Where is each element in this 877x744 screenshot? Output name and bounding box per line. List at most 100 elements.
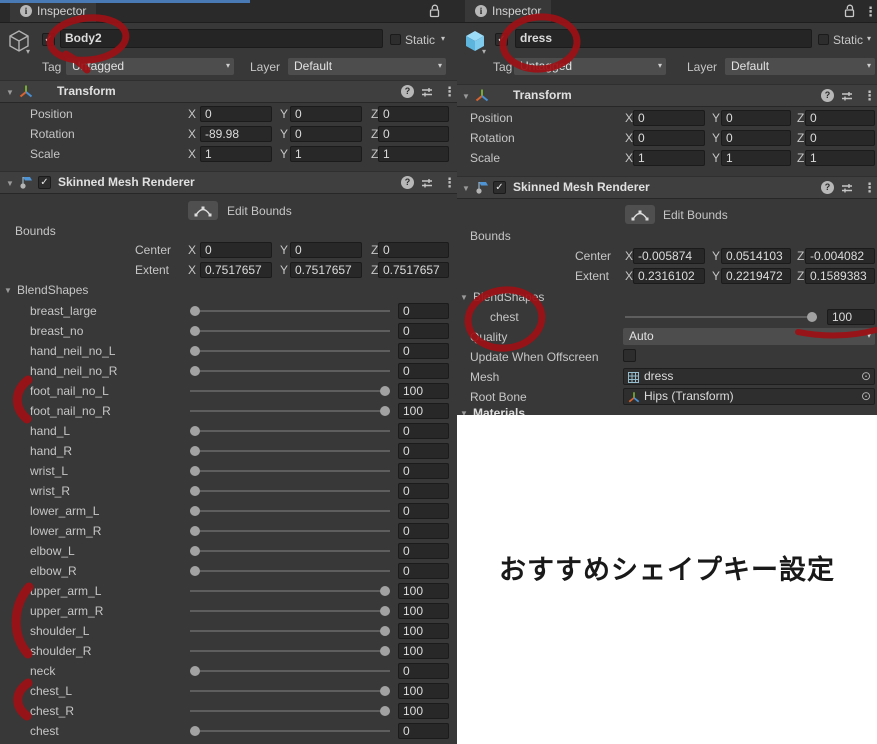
blendshapes-foldout-label[interactable]: BlendShapes: [473, 290, 544, 304]
static-checkbox[interactable]: [818, 34, 829, 45]
z-field[interactable]: 0: [805, 110, 875, 126]
y-field[interactable]: 1: [290, 146, 362, 162]
y-field[interactable]: 0: [721, 130, 791, 146]
slider-handle[interactable]: [190, 326, 200, 336]
z-field[interactable]: -0.004082: [805, 248, 875, 264]
mesh-object-field[interactable]: dress ⊙: [623, 368, 875, 385]
slider-handle[interactable]: [190, 546, 200, 556]
slider-handle[interactable]: [190, 726, 200, 736]
blendshape-value-field[interactable]: 0: [398, 343, 449, 359]
blendshape-slider[interactable]: [190, 361, 390, 381]
layer-dropdown[interactable]: Default ▾: [288, 58, 446, 75]
x-field[interactable]: 0.2316102: [633, 268, 705, 284]
menu-dots-icon[interactable]: ⋮: [443, 84, 456, 99]
blendshape-slider[interactable]: [190, 341, 390, 361]
z-field[interactable]: 0.1589383: [805, 268, 875, 284]
edit-bounds-button[interactable]: [625, 205, 655, 224]
name-field[interactable]: Body2: [60, 29, 383, 48]
layer-dropdown[interactable]: Default ▾: [725, 58, 875, 75]
blendshape-value-field[interactable]: 0: [398, 663, 449, 679]
z-field[interactable]: 0: [378, 106, 449, 122]
slider-handle[interactable]: [190, 426, 200, 436]
slider-handle[interactable]: [190, 526, 200, 536]
blendshape-value-field[interactable]: 0: [398, 523, 449, 539]
menu-dots-icon[interactable]: ⋮: [863, 88, 876, 103]
z-field[interactable]: 0: [805, 130, 875, 146]
smr-header[interactable]: ▼ ✓ Skinned Mesh Renderer ? ⋮: [0, 171, 457, 194]
blendshape-value-field[interactable]: 100: [398, 583, 449, 599]
slider-handle[interactable]: [380, 386, 390, 396]
transform-header[interactable]: ▼ Transform ? ⋮: [0, 80, 457, 103]
slider-handle[interactable]: [190, 506, 200, 516]
quality-dropdown[interactable]: Auto ▾: [623, 328, 875, 345]
x-field[interactable]: 1: [200, 146, 272, 162]
blendshape-slider[interactable]: [190, 381, 390, 401]
name-field[interactable]: dress: [515, 29, 812, 48]
blendshape-slider[interactable]: [190, 681, 390, 701]
blendshape-value-field[interactable]: 100: [398, 703, 449, 719]
x-field[interactable]: 0.7517657: [200, 262, 272, 278]
static-dropdown-arrow[interactable]: ▾: [441, 34, 445, 43]
lock-icon[interactable]: [428, 4, 441, 18]
y-field[interactable]: 0: [290, 242, 362, 258]
blendshape-slider[interactable]: [190, 701, 390, 721]
foldout-icon[interactable]: ▼: [462, 184, 470, 193]
slider-handle[interactable]: [190, 306, 200, 316]
blendshape-value-field[interactable]: 0: [398, 423, 449, 439]
y-field[interactable]: 1: [721, 150, 791, 166]
blendshape-slider[interactable]: [190, 521, 390, 541]
y-field[interactable]: 0: [721, 110, 791, 126]
slider-handle[interactable]: [380, 406, 390, 416]
object-picker-icon[interactable]: ⊙: [861, 389, 871, 404]
blendshape-value-field[interactable]: 0: [398, 503, 449, 519]
slider-handle[interactable]: [190, 666, 200, 676]
x-field[interactable]: -0.005874: [633, 248, 705, 264]
y-field[interactable]: 0: [290, 106, 362, 122]
preset-icon[interactable]: [841, 182, 853, 194]
z-field[interactable]: 1: [378, 146, 449, 162]
blendshape-slider[interactable]: [190, 621, 390, 641]
menu-dots-icon[interactable]: ⋮: [864, 4, 877, 19]
blendshape-value-field[interactable]: 100: [398, 383, 449, 399]
blendshape-value-field[interactable]: 100: [398, 603, 449, 619]
slider-handle[interactable]: [190, 366, 200, 376]
help-icon[interactable]: ?: [821, 181, 834, 194]
component-enabled-checkbox[interactable]: ✓: [493, 181, 506, 194]
slider-handle[interactable]: [190, 446, 200, 456]
blendshape-slider[interactable]: [625, 307, 817, 327]
preset-icon[interactable]: [841, 90, 853, 102]
blendshape-slider[interactable]: [190, 441, 390, 461]
x-field[interactable]: 0: [200, 106, 272, 122]
blendshape-slider[interactable]: [190, 561, 390, 581]
y-field[interactable]: 0.2219472: [721, 268, 791, 284]
x-field[interactable]: 1: [633, 150, 705, 166]
blendshape-value-field[interactable]: 0: [398, 463, 449, 479]
foldout-icon[interactable]: ▼: [6, 88, 14, 97]
tag-dropdown[interactable]: Untagged ▾: [514, 58, 666, 75]
blendshape-value-field[interactable]: 100: [398, 683, 449, 699]
slider-handle[interactable]: [380, 646, 390, 656]
tab-inspector[interactable]: i Inspector: [10, 0, 97, 22]
edit-bounds-button[interactable]: [188, 201, 218, 220]
blendshape-slider[interactable]: [190, 401, 390, 421]
z-field[interactable]: 0: [378, 242, 449, 258]
blendshape-slider[interactable]: [190, 461, 390, 481]
blendshape-value-field[interactable]: 100: [398, 643, 449, 659]
z-field[interactable]: 0: [378, 126, 449, 142]
blendshape-slider[interactable]: [190, 301, 390, 321]
x-field[interactable]: 0: [200, 242, 272, 258]
slider-handle[interactable]: [380, 586, 390, 596]
preset-icon[interactable]: [421, 177, 433, 189]
blendshape-value-field[interactable]: 0: [398, 303, 449, 319]
slider-handle[interactable]: [190, 466, 200, 476]
slider-handle[interactable]: [190, 566, 200, 576]
menu-dots-icon[interactable]: ⋮: [863, 180, 876, 195]
blendshape-slider[interactable]: [190, 721, 390, 741]
blendshape-slider[interactable]: [190, 661, 390, 681]
blendshape-value-field[interactable]: 0: [398, 723, 449, 739]
blendshape-value-field[interactable]: 100: [398, 403, 449, 419]
foldout-icon[interactable]: ▼: [462, 92, 470, 101]
preset-icon[interactable]: [421, 86, 433, 98]
lock-icon[interactable]: [843, 4, 856, 18]
foldout-icon[interactable]: ▼: [6, 179, 14, 188]
